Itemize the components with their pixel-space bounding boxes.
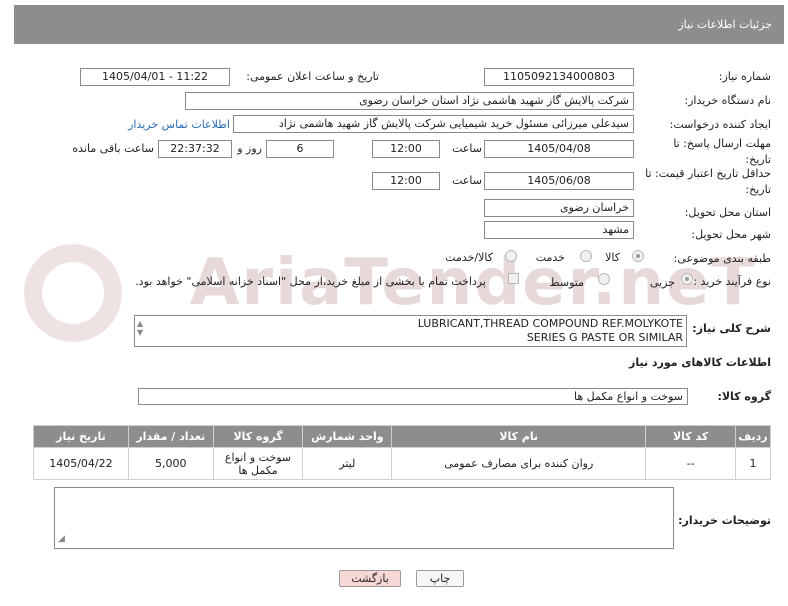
process-medium-radio[interactable] xyxy=(598,273,610,285)
cell-quantity: 5,000 xyxy=(127,447,214,480)
print-button[interactable]: چاپ xyxy=(416,570,464,587)
table-row: 1405/04/22 5,000 سوخت و انواع مکمل ها لی… xyxy=(33,447,772,480)
col-row: ردیف xyxy=(734,425,772,448)
category-both-radio[interactable] xyxy=(505,250,517,262)
cell-need-date: 1405/04/22 xyxy=(33,447,129,480)
process-minor-radio[interactable] xyxy=(681,273,693,285)
process-minor-label: جزیی xyxy=(649,276,675,289)
province-label: استان محل تحویل: xyxy=(684,206,771,219)
description-line-2: SERIES G PASTE OR SIMILAR xyxy=(526,331,683,344)
cell-unit: لیتر xyxy=(302,447,393,480)
category-goods-radio[interactable] xyxy=(632,250,644,262)
price-time-field: 12:00 xyxy=(372,172,440,190)
goods-group-field: سوخت و انواع مکمل ها xyxy=(138,388,688,405)
process-label: نوع فرآیند خرید : xyxy=(693,275,771,288)
page-title: جزئیات اطلاعات نیاز xyxy=(678,18,772,31)
contact-buyer-link[interactable]: اطلاعات تماس خریدار xyxy=(128,118,230,131)
cell-goods-group: سوخت و انواع مکمل ها xyxy=(212,447,304,480)
creator-label: ایجاد کننده درخواست: xyxy=(669,118,771,131)
process-medium-label: متوسط xyxy=(549,276,584,289)
goods-group-label: گروه کالا: xyxy=(717,390,771,403)
price-date-field: 1405/06/08 xyxy=(484,172,634,190)
description-textarea[interactable]: LUBRICANT,THREAD COMPOUND REF.MOLYKOTE S… xyxy=(134,315,687,347)
scroll-down-icon: ▼ xyxy=(137,328,144,337)
price-time-label: ساعت xyxy=(452,174,482,187)
deadline-time-label: ساعت xyxy=(452,142,482,155)
col-unit: واحد شمارش xyxy=(302,425,393,448)
creator-field: سیدعلی میرزائی مسئول خرید شیمیایی شرکت پ… xyxy=(233,115,634,133)
goods-table: تاریخ نیاز تعداد / مقدار گروه کالا واحد … xyxy=(33,425,772,480)
goods-section-title: اطلاعات کالاهای مورد نیاز xyxy=(629,356,771,369)
goods-table-header: تاریخ نیاز تعداد / مقدار گروه کالا واحد … xyxy=(33,425,772,448)
announce-label: تاریخ و ساعت اعلان عمومی: xyxy=(246,70,379,83)
city-label: شهر محل تحویل: xyxy=(691,228,771,241)
province-field: خراسان رضوی xyxy=(484,199,634,217)
buyer-label: نام دستگاه خریدار: xyxy=(684,94,771,107)
cell-goods-code: -- xyxy=(645,447,736,480)
category-both-label: کالا/خدمت xyxy=(445,251,493,264)
cell-row: 1 xyxy=(734,447,772,480)
cell-goods-name: روان کننده برای مصارف عمومی xyxy=(391,447,647,480)
remaining-label: ساعت باقی مانده xyxy=(72,142,154,155)
days-label: روز و xyxy=(237,142,262,155)
description-label: شرح کلی نیاز: xyxy=(692,322,771,335)
page-header: جزئیات اطلاعات نیاز xyxy=(14,5,784,44)
col-quantity: تعداد / مقدار xyxy=(127,425,214,448)
price-validity-label: حداقل تاریخ اعتبار قیمت: تا تاریخ: xyxy=(645,167,771,196)
col-goods-name: نام کالا xyxy=(391,425,647,448)
buyer-notes-textarea[interactable]: ◢ xyxy=(54,487,674,549)
buyer-notes-label: توضیحات خریدار: xyxy=(678,514,771,527)
back-button[interactable]: بازگشت xyxy=(339,570,401,587)
city-field: مشهد xyxy=(484,221,634,239)
remaining-time-field: 22:37:32 xyxy=(158,140,232,158)
watermark-logo-icon xyxy=(24,244,122,342)
treasury-payment-note: پرداخت تمام یا بخشی از مبلغ خرید،از محل … xyxy=(135,275,486,288)
buyer-field: شرکت پالایش گاز شهید هاشمی نژاد استان خر… xyxy=(185,92,634,110)
resize-handle-icon[interactable]: ◢ xyxy=(58,531,65,547)
category-goods-label: کالا xyxy=(605,251,620,264)
col-goods-group: گروه کالا xyxy=(212,425,304,448)
category-label: طبقه بندی موضوعی: xyxy=(673,252,771,265)
deadline-date-field: 1405/04/08 xyxy=(484,140,634,158)
col-need-date: تاریخ نیاز xyxy=(33,425,129,448)
days-field: 6 xyxy=(266,140,334,158)
need-number-label: شماره نیاز: xyxy=(718,70,771,83)
col-goods-code: کد کالا xyxy=(645,425,736,448)
description-line-1: LUBRICANT,THREAD COMPOUND REF.MOLYKOTE xyxy=(417,317,683,330)
treasury-payment-checkbox[interactable] xyxy=(508,273,519,284)
announce-field: 1405/04/01 - 11:22 xyxy=(80,68,230,86)
category-service-radio[interactable] xyxy=(580,250,592,262)
deadline-time-field: 12:00 xyxy=(372,140,440,158)
category-service-label: خدمت xyxy=(535,251,565,264)
need-number-field: 1105092134000803 xyxy=(484,68,634,86)
deadline-label: مهلت ارسال پاسخ: تا تاریخ: xyxy=(673,137,771,166)
